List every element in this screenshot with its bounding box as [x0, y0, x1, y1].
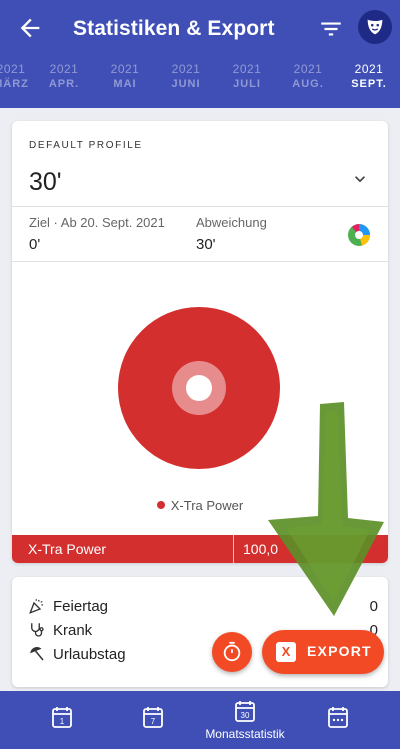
profile-total: 30' — [29, 168, 62, 196]
divider — [12, 261, 388, 262]
mask-icon — [367, 19, 383, 35]
month-tab[interactable]: 2021 JUNI — [156, 62, 216, 90]
divider — [233, 535, 234, 563]
divider — [12, 206, 388, 207]
deviation-value: 30' — [196, 236, 216, 253]
app-bar: Statistiken & Export 2021MÄRZ 2021APR. 2… — [0, 0, 400, 108]
category-percent: 100,0 — [243, 541, 279, 557]
chevron-down-icon[interactable] — [350, 169, 370, 189]
bottom-navigation: 1 7 30 Monatsstatistik — [0, 691, 400, 749]
nav-day[interactable]: 1 — [17, 691, 107, 749]
svg-text:7: 7 — [151, 717, 156, 726]
svg-text:30: 30 — [241, 711, 250, 720]
category-bar[interactable]: X-Tra Power 100,0 — [12, 535, 388, 563]
month-tab[interactable]: 2021 MAI — [95, 62, 155, 90]
profile-label: DEFAULT PROFILE — [29, 140, 143, 151]
nav-month-label: Monatsstatistik — [205, 727, 285, 741]
goal-value: 0' — [29, 236, 41, 253]
month-tab[interactable]: 2021 APR. — [34, 62, 94, 90]
back-arrow-icon[interactable] — [16, 14, 44, 42]
calendar-more-icon — [328, 707, 348, 728]
export-label: EXPORT — [307, 643, 372, 659]
list-item-label: Feiertag — [53, 598, 109, 615]
donut-chart — [118, 307, 280, 469]
month-tab[interactable]: 2021 AUG. — [278, 62, 338, 90]
list-item: Feiertag 0 — [28, 596, 378, 618]
list-item-value: 0 — [369, 598, 378, 615]
filter-icon[interactable] — [318, 16, 344, 42]
month-selector: 2021MÄRZ 2021APR. 2021MAI 2021JUNI 2021J… — [0, 62, 400, 102]
nav-more[interactable] — [293, 691, 383, 749]
deviation-label: Abweichung — [196, 215, 267, 230]
legend-label: X-Tra Power — [170, 498, 244, 513]
excel-icon: X — [276, 642, 296, 662]
timer-button[interactable] — [212, 632, 252, 672]
stethoscope-icon — [31, 623, 44, 637]
export-button[interactable]: X EXPORT — [262, 630, 384, 674]
stopwatch-icon — [223, 641, 241, 662]
list-item-label: Krank — [53, 622, 93, 639]
month-tab[interactable]: 2021 JULI — [217, 62, 277, 90]
category-name: X-Tra Power — [28, 541, 107, 557]
page-title: Statistiken & Export — [73, 17, 275, 40]
pie-chart-icon[interactable] — [346, 222, 372, 248]
beach-umbrella-icon — [30, 647, 44, 661]
calendar-day-icon: 1 — [52, 707, 72, 728]
calendar-week-icon: 7 — [143, 707, 163, 728]
donut-hole — [186, 375, 212, 401]
party-popper-icon — [29, 599, 44, 614]
calendar-month-icon: 30 — [235, 701, 255, 722]
month-tab-active[interactable]: 2021 SEPT. — [339, 62, 399, 90]
statistics-card: DEFAULT PROFILE 30' Ziel · Ab 20. Sept. … — [12, 121, 388, 563]
goal-label: Ziel · Ab 20. Sept. 2021 — [29, 215, 165, 230]
chart-legend: X-Tra Power — [12, 498, 388, 513]
legend-dot — [156, 501, 165, 509]
profile-avatar-button[interactable] — [358, 10, 392, 44]
list-item-label: Urlaubstag — [53, 646, 126, 663]
nav-week[interactable]: 7 — [108, 691, 198, 749]
svg-text:1: 1 — [60, 717, 65, 726]
nav-month[interactable]: 30 Monatsstatistik — [200, 691, 290, 749]
